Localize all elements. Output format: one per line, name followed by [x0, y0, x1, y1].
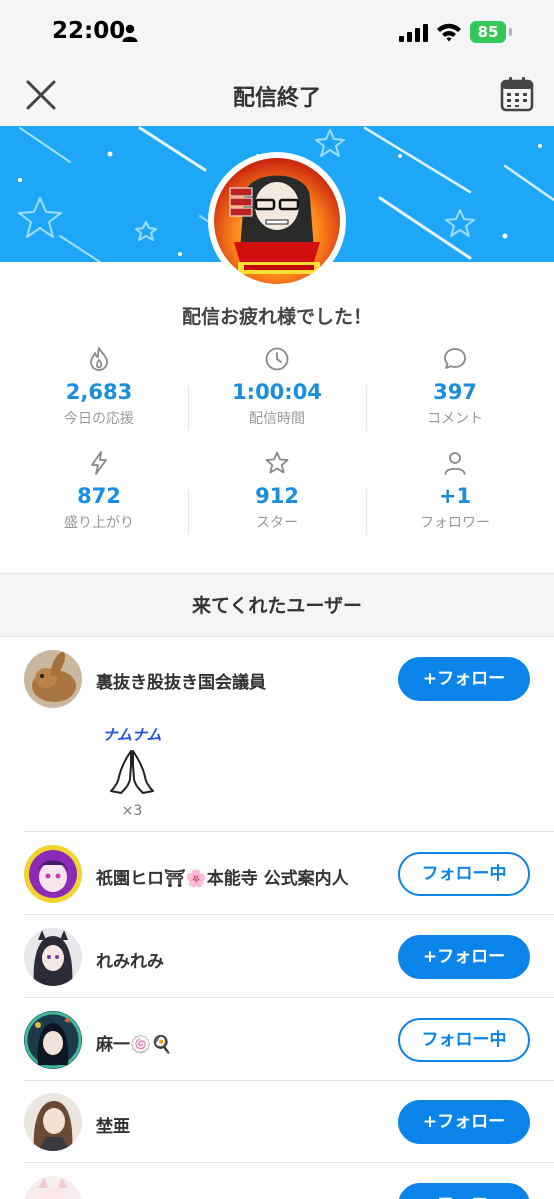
- gift-label: ナムナム: [102, 726, 162, 744]
- stat-excitement: 872 盛り上がり: [10, 450, 188, 532]
- battery-icon: 85: [470, 21, 512, 43]
- flame-icon: [90, 347, 108, 371]
- status-bar: 22:00 85: [0, 0, 554, 64]
- gift-count: ×3: [121, 803, 143, 819]
- following-button[interactable]: フォロー中: [398, 1018, 530, 1062]
- chat-bubble-icon: [444, 348, 466, 369]
- stat-label: コメント: [427, 411, 483, 427]
- stat-value: 397: [433, 380, 477, 404]
- avatar[interactable]: [24, 1011, 82, 1069]
- wifi-icon: [437, 23, 461, 42]
- calendar-icon[interactable]: [500, 76, 534, 112]
- stat-label: スター: [256, 515, 298, 531]
- stat-cheers: 2,683 今日の応援: [10, 346, 188, 428]
- avatar[interactable]: [24, 928, 82, 986]
- stat-label: 今日の応援: [64, 411, 134, 427]
- stat-value: 912: [255, 484, 299, 508]
- star-icon: [265, 451, 289, 474]
- follow-button[interactable]: +フォロー: [398, 1183, 530, 1199]
- follow-button[interactable]: +フォロー: [398, 935, 530, 979]
- stat-comments: 397 コメント: [366, 346, 544, 428]
- gift-item: ナムナム ×3: [92, 724, 172, 819]
- stat-label: フォロワー: [420, 515, 490, 531]
- avatar[interactable]: [24, 845, 82, 903]
- status-time: 22:00: [52, 18, 126, 44]
- stat-value: 1:00:04: [232, 380, 322, 404]
- avatar[interactable]: [24, 1093, 82, 1151]
- user-name: 祇園ヒロ⛩🌸本能寺 公式案内人: [96, 869, 349, 889]
- user-name: 裏抜き股抜き国会議員: [96, 673, 266, 693]
- visitors-heading: 来てくれたユーザー: [0, 573, 554, 637]
- stat-value: 872: [77, 484, 121, 508]
- person-icon: [444, 452, 466, 475]
- page-title: 配信終了: [232, 86, 321, 111]
- avatar[interactable]: [24, 650, 82, 708]
- stat-followers: +1 フォロワー: [366, 450, 544, 532]
- person-status-icon: [122, 24, 138, 42]
- clock-icon: [265, 347, 289, 371]
- following-button[interactable]: フォロー中: [398, 852, 530, 896]
- streamer-avatar: [208, 152, 346, 290]
- thanks-message: 配信お疲れ様でした！: [181, 306, 372, 328]
- follow-button[interactable]: +フォロー: [398, 657, 530, 701]
- follow-button[interactable]: +フォロー: [398, 1100, 530, 1144]
- signal-icon: [399, 24, 428, 42]
- avatar[interactable]: [24, 1176, 82, 1199]
- stat-value: 2,683: [65, 380, 133, 404]
- user-name: れみれみ: [96, 952, 164, 972]
- stat-value: +1: [438, 484, 472, 508]
- stat-stars: 912 スター: [188, 450, 366, 532]
- lightning-icon: [91, 451, 107, 475]
- battery-level: 85: [470, 21, 506, 43]
- nav-bar: 配信終了: [0, 64, 554, 126]
- user-name: 埜亜: [96, 1117, 130, 1137]
- stat-label: 配信時間: [249, 411, 305, 427]
- stat-label: 盛り上がり: [64, 515, 134, 531]
- stat-duration: 1:00:04 配信時間: [188, 346, 366, 428]
- praying-hands-icon: [110, 750, 154, 794]
- streamer-avatar-image: [214, 158, 340, 284]
- user-name: 麻一🍥🍳: [96, 1035, 173, 1055]
